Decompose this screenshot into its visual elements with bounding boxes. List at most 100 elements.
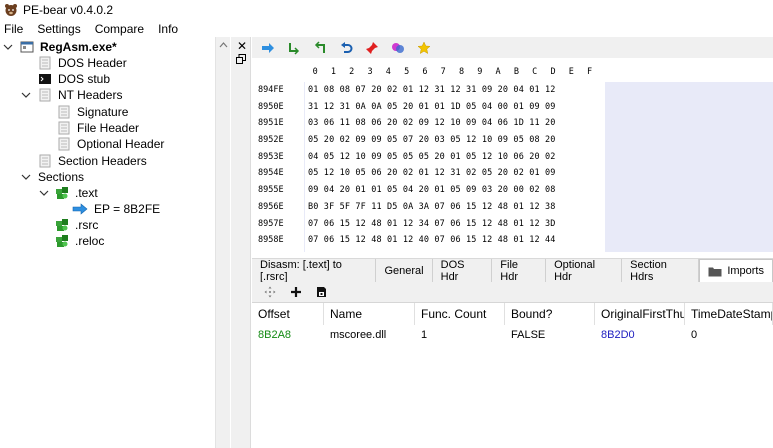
tab-section-hdrs[interactable]: Section Hdrs xyxy=(622,259,700,283)
chevron-down-icon[interactable] xyxy=(21,90,31,100)
tab-general[interactable]: General xyxy=(376,259,433,282)
hex-view[interactable]: 0123456789ABCDEF 894FE 8950E 8951E 8952E 895… xyxy=(252,58,773,252)
hex-column-label: D xyxy=(550,67,556,77)
header-doc-icon xyxy=(39,88,51,102)
column-header-original-first-thunk[interactable]: OriginalFirstThun xyxy=(595,303,685,325)
menu-settings[interactable]: Settings xyxy=(37,22,80,36)
column-header-bound[interactable]: Bound? xyxy=(505,303,595,325)
hex-row-offset[interactable]: 8950E xyxy=(252,99,304,116)
structure-tree[interactable]: RegAsm.exe* DOS Header DOS stub NT Heade… xyxy=(0,37,215,448)
cell-bound[interactable]: FALSE xyxy=(505,325,545,345)
hex-row-bytes[interactable]: 07 06 15 12 48 01 12 34 07 06 15 12 48 0… xyxy=(305,216,605,233)
title-bar: PE-bear v0.4.0.2 xyxy=(0,0,773,20)
hex-row-bytes[interactable]: 04 00 00 12 38 04 00 00 12 34 04 00 00 1… xyxy=(305,249,605,253)
header-doc-icon xyxy=(39,154,51,168)
hex-row-offset[interactable]: 8958E xyxy=(252,232,304,249)
hex-offset-column: 894FE 8950E 8951E 8952E 8953E 8954E 8955E 8956E… xyxy=(252,82,304,252)
compare-icon[interactable] xyxy=(391,41,405,55)
header-doc-icon xyxy=(58,105,70,119)
tree-item-optional-header[interactable]: Optional Header xyxy=(57,136,164,152)
goto-start-icon[interactable] xyxy=(287,41,301,55)
tab-imports[interactable]: Imports xyxy=(699,259,773,282)
menu-bar: File Settings Compare Info xyxy=(0,20,773,37)
tree-item-sections[interactable]: Sections xyxy=(38,169,84,185)
pin-icon[interactable] xyxy=(365,41,379,55)
hex-row-offset[interactable]: 8952E xyxy=(252,132,304,149)
tree-item-file-header[interactable]: File Header xyxy=(57,120,139,136)
tree-item-dos-header[interactable]: DOS Header xyxy=(38,55,127,71)
tree-scrollbar[interactable] xyxy=(215,37,230,448)
bear-app-icon xyxy=(5,4,17,16)
save-icon[interactable] xyxy=(316,286,327,298)
hex-row-bytes[interactable]: 05 20 02 09 09 05 07 20 03 05 12 10 09 0… xyxy=(305,132,605,149)
tab-optional-hdr[interactable]: Optional Hdr xyxy=(546,259,623,283)
hex-bytes-column[interactable]: 01 08 08 07 20 02 01 12 31 12 31 09 20 0… xyxy=(305,82,605,252)
console-icon xyxy=(39,74,51,84)
header-doc-icon xyxy=(39,56,51,70)
tree-item-root[interactable]: RegAsm.exe* xyxy=(20,39,117,55)
tab-dos-hdr[interactable]: DOS Hdr xyxy=(433,259,493,283)
tab-disasm[interactable]: Disasm: [.text] to [.rsrc] xyxy=(252,259,377,283)
undo-icon[interactable] xyxy=(339,41,353,55)
hex-row-bytes[interactable]: 05 12 10 05 06 20 02 01 12 31 02 05 20 0… xyxy=(305,165,605,182)
chevron-down-icon[interactable] xyxy=(3,42,13,52)
tree-item-dos-stub[interactable]: DOS stub xyxy=(38,71,110,87)
hex-row-offset[interactable]: 8954E xyxy=(252,165,304,182)
move-icon[interactable] xyxy=(264,286,276,298)
hex-row-offset[interactable]: 8951E xyxy=(252,115,304,132)
cell-func-count[interactable]: 1 xyxy=(415,325,427,345)
hex-column-label: C xyxy=(532,67,538,77)
chevron-down-icon[interactable] xyxy=(21,172,31,182)
column-header-offset[interactable]: Offset xyxy=(252,303,324,325)
hex-row-bytes[interactable]: 31 12 31 0A 0A 05 20 01 01 1D 05 04 00 0… xyxy=(305,99,605,116)
tree-item-reloc-section[interactable]: .reloc xyxy=(55,233,104,249)
float-window-icon[interactable] xyxy=(236,54,246,64)
cell-offset[interactable]: 8B2A8 xyxy=(252,325,291,345)
hex-row-bytes[interactable]: 07 06 15 12 48 01 12 40 07 06 15 12 48 0… xyxy=(305,232,605,249)
hex-row-offset[interactable]: 8959E xyxy=(252,249,304,253)
column-header-func-count[interactable]: Func. Count xyxy=(415,303,505,325)
hex-row-offset[interactable]: 8955E xyxy=(252,182,304,199)
tree-item-signature[interactable]: Signature xyxy=(57,104,128,120)
header-doc-icon xyxy=(58,137,70,151)
imports-table[interactable]: Offset Name Func. Count Bound? OriginalF… xyxy=(252,302,773,448)
hex-column-label: 0 xyxy=(312,67,318,77)
hex-toolbar xyxy=(252,37,773,58)
hex-row-bytes[interactable]: 09 04 20 01 01 05 04 20 01 05 09 03 20 0… xyxy=(305,182,605,199)
hex-row-bytes[interactable]: 03 06 11 08 06 20 02 09 12 10 09 04 06 1… xyxy=(305,115,605,132)
hex-row-offset[interactable]: 8956E xyxy=(252,199,304,216)
tree-item-section-headers[interactable]: Section Headers xyxy=(38,153,147,169)
hex-column-header: 0 1 2 3 4 5 6 7 8 9 A B C D E F xyxy=(304,63,773,81)
hex-row-bytes[interactable]: 04 05 12 10 09 05 05 05 20 01 05 12 10 0… xyxy=(305,149,605,166)
hex-column-label: 5 xyxy=(404,67,410,77)
hex-row-offset[interactable]: 8953E xyxy=(252,149,304,166)
cell-name[interactable]: mscoree.dll xyxy=(324,325,386,345)
column-header-timedatestamp[interactable]: TimeDateStamp xyxy=(685,303,773,325)
dock-strip: ✕ xyxy=(231,37,251,448)
hex-row-offset[interactable]: 8957E xyxy=(252,216,304,233)
tab-file-hdr[interactable]: File Hdr xyxy=(492,259,547,283)
chevron-down-icon[interactable] xyxy=(39,188,49,198)
column-header-name[interactable]: Name xyxy=(324,303,415,325)
tree-item-text-section[interactable]: .text xyxy=(55,185,98,201)
close-icon[interactable]: ✕ xyxy=(237,39,247,53)
cell-timedatestamp[interactable]: 0 xyxy=(685,325,697,345)
add-icon[interactable] xyxy=(290,286,302,298)
arrow-right-icon xyxy=(72,203,88,215)
tree-item-nt-headers[interactable]: NT Headers xyxy=(38,87,122,103)
hex-column-label: 4 xyxy=(385,67,391,77)
chevron-up-icon[interactable] xyxy=(219,42,228,48)
goto-offset-icon[interactable] xyxy=(313,40,327,55)
hex-row-bytes[interactable]: B0 3F 5F 7F 11 D5 0A 3A 07 06 15 12 48 0… xyxy=(305,199,605,216)
cell-original-first-thunk[interactable]: 8B2D0 xyxy=(595,325,635,345)
hex-row-bytes[interactable]: 01 08 08 07 20 02 01 12 31 12 31 09 20 0… xyxy=(305,82,605,99)
tree-item-rsrc-section[interactable]: .rsrc xyxy=(55,217,98,233)
menu-file[interactable]: File xyxy=(4,22,23,36)
tree-item-entry-point[interactable]: EP = 8B2FE xyxy=(72,201,160,217)
menu-compare[interactable]: Compare xyxy=(95,22,144,36)
star-icon[interactable] xyxy=(417,40,431,55)
go-forward-icon[interactable] xyxy=(261,41,275,55)
menu-info[interactable]: Info xyxy=(158,22,178,36)
hex-row-offset[interactable]: 894FE xyxy=(252,82,304,99)
executable-icon xyxy=(20,41,34,53)
